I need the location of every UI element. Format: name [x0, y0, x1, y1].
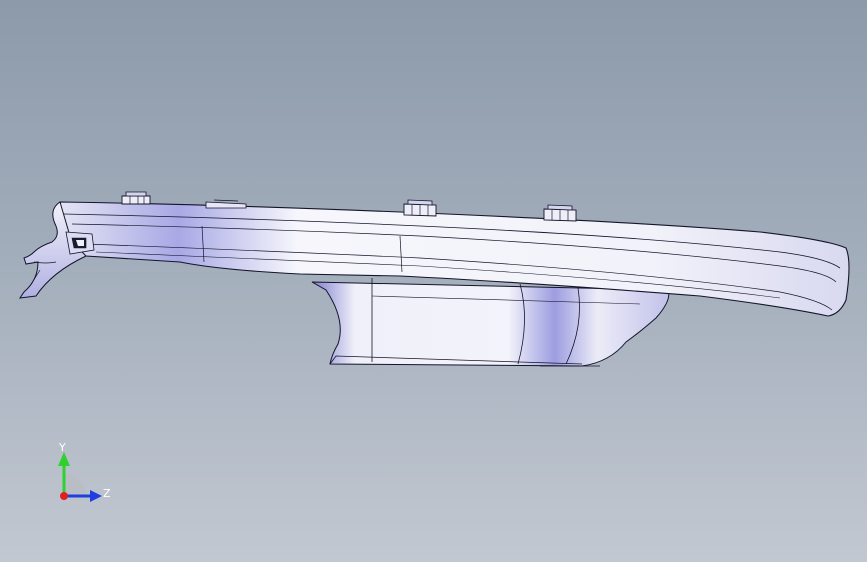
y-axis-label: Y: [59, 441, 66, 454]
clip-1: [121, 191, 151, 205]
clip-3: [403, 199, 437, 217]
clip-4: [543, 204, 577, 222]
clip-2: [205, 199, 247, 209]
coordinate-triad: Y Z: [48, 440, 118, 510]
z-axis-label: Z: [103, 487, 111, 500]
z-axis-arrow: [90, 490, 102, 502]
lower-housing: [311, 281, 670, 367]
graphics-viewport[interactable]: Y Z: [0, 0, 867, 562]
x-axis-dot: [60, 492, 68, 500]
y-axis-arrow: [58, 452, 70, 466]
part-model[interactable]: [0, 0, 867, 562]
